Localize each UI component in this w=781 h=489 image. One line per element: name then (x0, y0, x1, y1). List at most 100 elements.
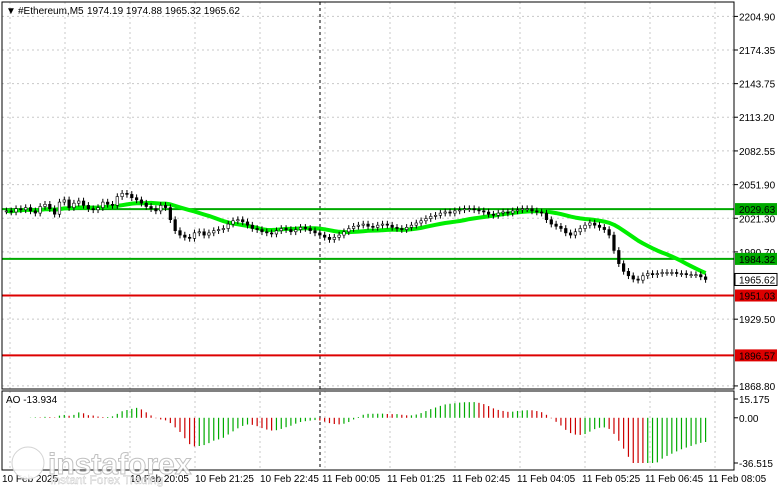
candle-body (318, 232, 322, 236)
candle-body (679, 273, 684, 275)
candle-body (226, 223, 230, 229)
candle-body (303, 227, 307, 229)
candle-body (188, 236, 192, 239)
candle-body (622, 263, 626, 272)
candle-body (385, 223, 389, 226)
candle-body (28, 207, 33, 212)
candle-body (197, 231, 201, 234)
candle-body (14, 208, 18, 213)
candle-body (33, 210, 37, 214)
candle-body (323, 234, 327, 238)
candle-body (221, 228, 225, 230)
candle-body (573, 231, 577, 236)
candle-body (626, 271, 631, 277)
candle-body (501, 211, 505, 214)
x-tick-label: 11 Feb 04:05 (517, 474, 576, 485)
candle-body (549, 219, 553, 225)
candle-body (48, 203, 52, 209)
candle-body (9, 210, 13, 213)
candle-body (462, 208, 467, 211)
candle-body (675, 272, 679, 274)
candle-body (289, 229, 293, 233)
y-tick-label: 2204.90 (739, 12, 776, 23)
candle-body (67, 199, 71, 208)
candle-body (530, 208, 534, 212)
ao-tick-label: 0.00 (739, 414, 759, 425)
candle-body (588, 222, 592, 226)
level-tag-label: 1896.57 (739, 351, 776, 362)
candle-body (703, 276, 708, 280)
x-tick-label: 11 Feb 02:45 (452, 474, 511, 485)
candle-body (458, 209, 462, 212)
candle-body (612, 234, 616, 251)
candle-body (564, 228, 568, 234)
y-tick-label: 2174.35 (739, 46, 776, 57)
level-tag-label: 2029.63 (739, 205, 776, 216)
candle-body (110, 203, 115, 206)
candle-body (607, 229, 611, 236)
candle-body (568, 232, 573, 236)
candle-body (337, 234, 341, 238)
candle-body (216, 229, 221, 231)
candle-body (245, 221, 250, 226)
candle-body (135, 197, 139, 201)
candle-body (106, 201, 110, 205)
candle-body (689, 274, 693, 276)
candle-body (72, 202, 76, 208)
candle-body (231, 220, 235, 225)
candle-body (351, 225, 356, 229)
candle-body (241, 219, 245, 223)
y-tick-label: 1868.80 (739, 382, 776, 393)
candle-body (255, 228, 259, 230)
candle-body (597, 224, 602, 228)
candle-body (178, 230, 182, 236)
candle-body (77, 200, 81, 204)
candle-body (443, 211, 447, 214)
x-tick-label: 10 Feb 21:25 (195, 474, 254, 485)
candle-body (236, 219, 240, 222)
candle-body (477, 209, 481, 212)
candle-body (429, 216, 433, 219)
candle-body (544, 212, 549, 220)
x-tick-label: 11 Feb 06:45 (645, 474, 704, 485)
x-tick-label: 10 Feb 22:45 (260, 474, 319, 485)
instaforex-logo-icon (11, 446, 45, 480)
candle-body (327, 236, 332, 240)
candle-body (371, 225, 375, 228)
candle-body (660, 272, 664, 274)
candle-body (308, 228, 312, 231)
candle-body (583, 224, 587, 229)
candle-body (159, 205, 163, 212)
menu-arrow-icon[interactable]: ▼ (6, 6, 16, 17)
candle-body (342, 231, 346, 236)
current-price-label: 1965.62 (739, 275, 776, 286)
candle-body (43, 203, 47, 207)
candle-body (525, 208, 529, 210)
candle-body (356, 224, 361, 227)
candle-body (631, 275, 635, 280)
candle-body (149, 206, 153, 209)
candle-body (515, 209, 520, 212)
candle-body (390, 224, 394, 228)
candle-body (163, 205, 168, 208)
candle-body (332, 236, 336, 240)
candle-body (424, 218, 428, 222)
candle-body (487, 211, 491, 215)
candle-body (438, 212, 442, 216)
candle-body (298, 227, 303, 230)
candle-body (347, 228, 351, 233)
candle-body (636, 278, 640, 281)
candle-body (395, 227, 399, 229)
candle-body (650, 273, 655, 275)
y-tick-label: 2051.90 (739, 181, 776, 192)
candle-body (38, 206, 42, 214)
candle-body (120, 193, 124, 197)
ao-label: AO -13.934 (6, 395, 58, 406)
candle-body (684, 273, 688, 275)
ao-tick-label: -36.515 (739, 459, 773, 470)
level-tag-label: 1984.32 (739, 255, 776, 266)
candle-body (578, 228, 582, 233)
candle-body (641, 275, 645, 281)
candle-body (366, 223, 370, 227)
candle-body (467, 208, 471, 210)
